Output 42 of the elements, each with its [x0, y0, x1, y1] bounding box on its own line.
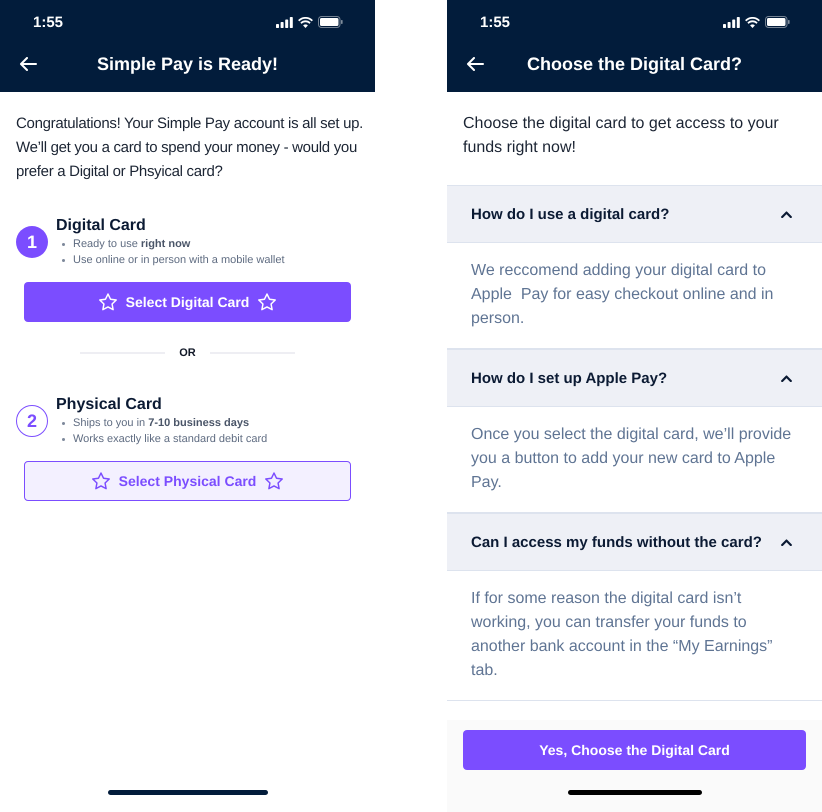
header-title: Choose the Digital Card? — [526, 54, 743, 74]
wifi-icon — [745, 16, 760, 28]
step-number: 2 — [16, 405, 48, 437]
bullet-text: Ready to use right now — [73, 237, 190, 252]
star-icon — [98, 293, 117, 311]
bullet-icon — [62, 242, 65, 246]
star-icon — [258, 293, 276, 311]
back-button[interactable] — [19, 57, 37, 71]
faq-question[interactable]: How do I use a digital card? — [447, 185, 822, 243]
option-title: Physical Card — [56, 395, 163, 414]
bullet-icon — [62, 258, 65, 262]
select-card-button[interactable]: Select Physical Card — [24, 461, 351, 501]
status-time: 1:55 — [33, 14, 64, 30]
intro-text: Choose the digital card to get access to your funds right now! — [463, 114, 780, 158]
option-title: Digital Card — [56, 216, 147, 235]
header-title: Simple Pay is Ready! — [96, 54, 280, 74]
wifi-icon — [298, 16, 313, 28]
choose-card-button[interactable]: Yes, Choose the Digital Card — [463, 730, 806, 770]
bullet-text: Use online or in person with a mobile wallet — [73, 253, 285, 268]
step-number: 1 — [16, 226, 48, 258]
or-label: OR — [179, 346, 196, 361]
signal-icon — [276, 16, 293, 28]
back-button[interactable] — [466, 57, 484, 71]
intro-text: Congratulations! Your Simple Pay account is all set up. We’ll get you a card to spend your money - would you prefer a Digital or Phsyical card? — [16, 114, 364, 182]
battery-icon — [765, 16, 790, 28]
faq-answer: If for some reason the digital card isn’t working, you can transfer your funds to another bank account in the “My Earnings” tab. — [470, 589, 774, 681]
status-time: 1:55 — [480, 14, 510, 30]
signal-icon — [723, 16, 740, 28]
back-arrow-icon — [19, 57, 37, 71]
star-icon — [265, 472, 284, 490]
faq-answer: We reccomend adding your digital card to Apple Pay for easy checkout online and in person. — [470, 261, 774, 329]
back-arrow-icon — [466, 57, 484, 71]
star-icon — [92, 472, 110, 490]
faq-question[interactable]: Can I access my funds without the card? — [447, 513, 822, 571]
battery-icon — [318, 16, 343, 28]
bullet-icon — [62, 422, 65, 424]
bullet-text: Ships to you in 7-10 business days — [73, 416, 250, 431]
bullet-text: Works exactly like a standard debit card — [73, 432, 268, 447]
faq-question[interactable]: How do I set up Apple Pay? — [447, 349, 822, 407]
faq-answer: Once you select the digital card, we’ll provide you a button to add your new card to Apple Pay. — [470, 425, 792, 493]
select-card-button[interactable]: Select Digital Card — [24, 282, 351, 322]
bullet-icon — [62, 438, 65, 440]
